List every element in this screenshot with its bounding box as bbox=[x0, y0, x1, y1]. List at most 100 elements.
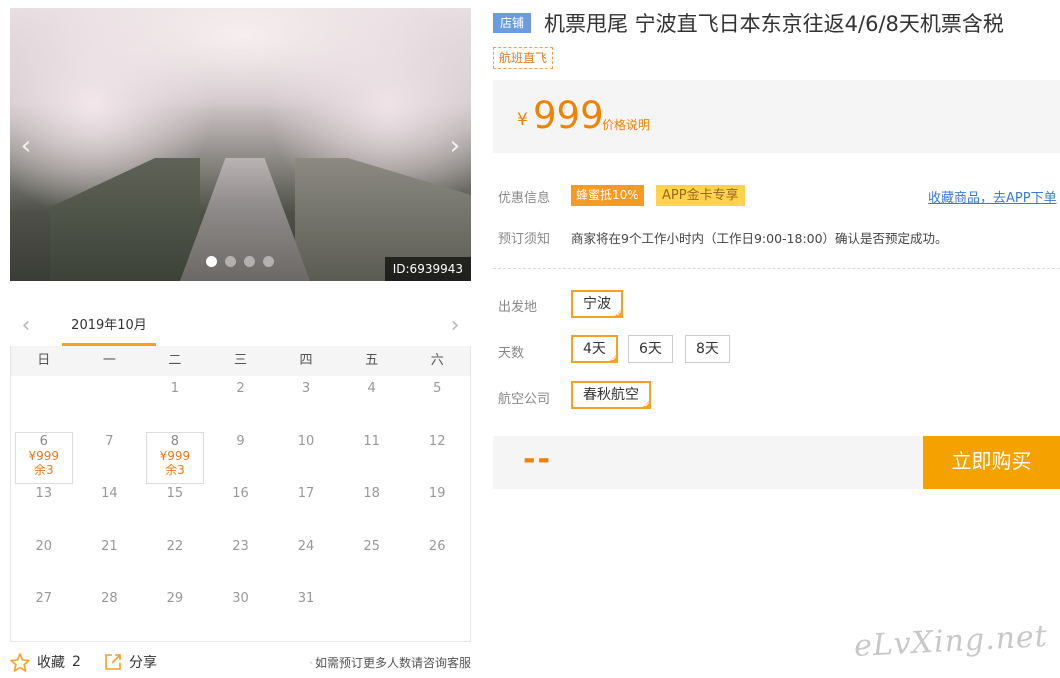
option-days-6[interactable]: 6天 bbox=[628, 335, 673, 363]
calendar-day-number: 2 bbox=[236, 381, 245, 396]
shop-badge[interactable]: 店铺 bbox=[493, 13, 531, 33]
calendar-day-number: 25 bbox=[363, 538, 380, 554]
product-title: 机票甩尾 宁波直飞日本东京往返4/6/8天机票含税 bbox=[544, 12, 1004, 36]
share-button[interactable]: 分享 bbox=[104, 652, 157, 672]
buy-now-button[interactable]: 立即购买 bbox=[923, 436, 1060, 489]
gallery-dots bbox=[206, 256, 274, 267]
calendar-day-number: 11 bbox=[363, 433, 380, 449]
gallery-prev-icon[interactable]: ‹ bbox=[12, 130, 40, 162]
departure-calendar: 日一二三四五六 1 2 3 4 5 6 ¥999 余3 7 8 ¥999 余3 9 10 11 12 13 14 1… bbox=[10, 346, 471, 642]
favorite-product-link[interactable]: 收藏商品，去APP下单 bbox=[928, 187, 1057, 206]
calendar-day: 25 bbox=[339, 534, 405, 587]
calendar-day-number: 18 bbox=[363, 486, 380, 501]
calendar-day-number: 15 bbox=[166, 486, 184, 501]
calendar-day: 3 bbox=[273, 376, 339, 429]
weekday-label: 三 bbox=[233, 353, 247, 368]
calendar-empty-cell bbox=[404, 586, 470, 639]
calendar-day: 30 bbox=[208, 586, 274, 639]
calendar-day-number: 4 bbox=[367, 381, 376, 396]
days-label: 天数 bbox=[498, 346, 525, 361]
calendar-day: 10 bbox=[273, 429, 339, 482]
calendar-day: 14 bbox=[77, 481, 143, 534]
calendar-day-number: 14 bbox=[101, 486, 118, 501]
favorite-label: 收藏 bbox=[37, 655, 65, 671]
calendar-day: 27 bbox=[11, 586, 77, 639]
calendar-day: 13 bbox=[11, 481, 77, 534]
section-divider bbox=[493, 268, 1060, 269]
calendar-day-number: 16 bbox=[232, 486, 249, 501]
calendar-day-number: 31 bbox=[297, 591, 315, 606]
calendar-day-remaining: 余3 bbox=[165, 462, 185, 477]
calendar-day: 16 bbox=[208, 481, 274, 534]
calendar-day-number: 30 bbox=[232, 591, 249, 606]
promo-label: 优惠信息 bbox=[498, 191, 551, 206]
calendar-next-icon[interactable]: › bbox=[443, 312, 467, 342]
photo-scene-left bbox=[50, 158, 200, 281]
calendar-day-number: 13 bbox=[35, 486, 53, 501]
weekday-label: 日 bbox=[37, 353, 51, 368]
share-label: 分享 bbox=[129, 655, 157, 671]
gallery-dot[interactable] bbox=[225, 256, 236, 267]
notice-text: 商家将在9个工作小时内（工作日9:00-18:00）确认是否预定成功。 bbox=[571, 231, 948, 246]
calendar-day: 12 bbox=[404, 429, 470, 482]
calendar-prev-icon[interactable]: ‹ bbox=[14, 312, 38, 342]
calendar-day: 28 bbox=[77, 586, 143, 639]
price-amount: 999 bbox=[533, 94, 604, 137]
photo-id: ID:6939943 bbox=[384, 257, 471, 281]
gallery-dot[interactable] bbox=[206, 256, 217, 267]
calendar-day-price: ¥999 bbox=[28, 448, 60, 463]
calendar-day-number: 21 bbox=[101, 538, 118, 554]
consult-note: 如需预订更多人数请咨询客服 bbox=[309, 654, 471, 671]
calendar-day: 17 bbox=[273, 481, 339, 534]
calendar-day-number: 17 bbox=[297, 486, 315, 501]
calendar-day-number: 26 bbox=[428, 538, 446, 554]
gallery-dot[interactable] bbox=[263, 256, 274, 267]
option-airline-spring[interactable]: 春秋航空 bbox=[571, 381, 651, 409]
bottom-actions: 收藏 2 分享 如需预订更多人数请咨询客服 bbox=[10, 652, 471, 674]
calendar-day-number: 24 bbox=[297, 538, 315, 554]
calendar-grid: 1 2 3 4 5 6 ¥999 余3 7 8 ¥999 余3 9 10 11 12 13 14 15 16 17 18 1… bbox=[11, 376, 470, 639]
price-explain-link[interactable]: 价格说明 bbox=[602, 116, 650, 133]
share-icon bbox=[104, 653, 122, 671]
calendar-day-number: 23 bbox=[232, 538, 249, 554]
calendar-day-number: 12 bbox=[428, 433, 446, 449]
calendar-day-available[interactable]: 8 ¥999 余3 bbox=[142, 429, 208, 483]
notice-label: 预订须知 bbox=[498, 232, 551, 247]
price-currency: ¥ bbox=[517, 110, 528, 130]
calendar-day-price: ¥999 bbox=[159, 448, 191, 463]
calendar-day-remaining: 余3 bbox=[33, 462, 54, 477]
option-days-8[interactable]: 8天 bbox=[685, 335, 730, 363]
calendar-day-number: 29 bbox=[166, 591, 184, 606]
calendar-day-number: 28 bbox=[101, 591, 118, 606]
product-photo[interactable]: ‹ › ID:6939943 bbox=[10, 8, 471, 281]
option-departure-ningbo[interactable]: 宁波 bbox=[571, 290, 623, 318]
calendar-day: 31 bbox=[273, 586, 339, 639]
calendar-day: 1 bbox=[142, 376, 208, 429]
calendar-day: 26 bbox=[404, 534, 470, 587]
promo-tag-app: APP金卡专享 bbox=[656, 185, 745, 206]
calendar-day: 2 bbox=[208, 376, 274, 429]
calendar-day: 5 bbox=[404, 376, 470, 429]
calendar-month-tab[interactable]: 2019年10月 bbox=[62, 312, 156, 346]
weekday-label: 二 bbox=[168, 353, 182, 368]
calendar-empty-cell bbox=[11, 376, 77, 429]
calendar-day-number: 27 bbox=[35, 591, 53, 606]
calendar-day: 23 bbox=[208, 534, 274, 587]
calendar-day: 11 bbox=[339, 429, 405, 482]
airline-label: 航空公司 bbox=[498, 392, 551, 407]
calendar-day-number: 22 bbox=[166, 538, 184, 554]
calendar-day-available[interactable]: 6 ¥999 余3 bbox=[11, 429, 77, 483]
calendar-day: 7 bbox=[77, 429, 143, 482]
calendar-day: 20 bbox=[11, 534, 77, 587]
price-box: ¥ 999 价格说明 bbox=[493, 80, 1060, 153]
site-watermark: eLvXing.net bbox=[853, 618, 1049, 665]
gallery-next-icon[interactable]: › bbox=[441, 130, 469, 162]
gallery-dot[interactable] bbox=[244, 256, 255, 267]
total-price: -- bbox=[523, 442, 552, 477]
weekday-label: 六 bbox=[430, 353, 444, 368]
calendar-day-number: 6 bbox=[39, 433, 48, 449]
calendar-day-number: 7 bbox=[105, 433, 114, 449]
calendar-day-number: 5 bbox=[433, 381, 442, 396]
favorite-button[interactable]: 收藏 2 bbox=[10, 652, 81, 672]
option-days-4[interactable]: 4天 bbox=[571, 335, 618, 363]
